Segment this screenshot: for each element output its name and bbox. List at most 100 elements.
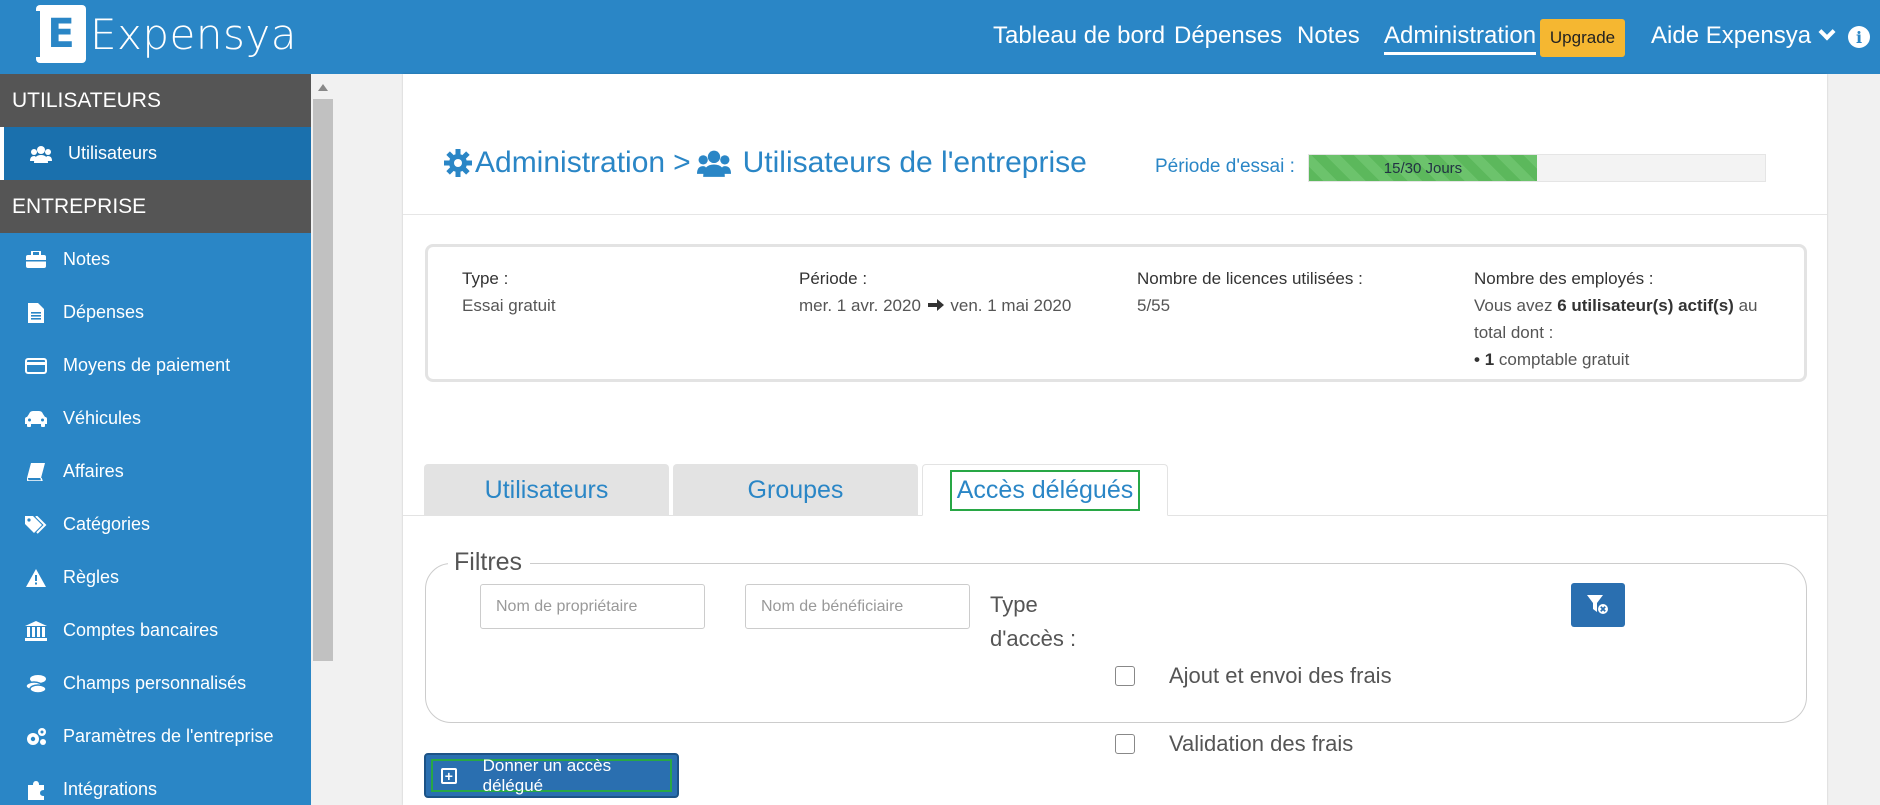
filter-clear-icon	[1587, 595, 1609, 615]
trial-progress-fill: 15/30 Jours	[1309, 155, 1537, 181]
users-icon	[30, 144, 52, 164]
plus-square-icon: +	[441, 767, 457, 784]
sidebar-item-integrations[interactable]: Intégrations	[0, 763, 311, 805]
credit-card-icon	[25, 356, 47, 376]
subscription-info-box: Type : Essai gratuit Période : mer. 1 av…	[425, 244, 1807, 382]
nav-administration[interactable]: Administration	[1384, 22, 1537, 55]
scroll-up-arrow-icon[interactable]	[318, 84, 328, 91]
filters-legend: Filtres	[448, 548, 531, 577]
sidebar-item-label: Moyens de paiement	[63, 355, 231, 375]
validation-label: Validation des frais	[1169, 731, 1354, 756]
book-icon	[25, 462, 47, 482]
nav-notes[interactable]: Notes	[1297, 22, 1360, 50]
accountant-line: • 1 comptable gratuit	[1474, 346, 1784, 373]
type-value: Essai gratuit	[462, 296, 556, 315]
sidebar-item-notes[interactable]: Notes	[0, 233, 311, 286]
arrow-right-icon	[927, 293, 944, 320]
licenses-label: Nombre de licences utilisées :	[1137, 269, 1363, 288]
breadcrumb-administration[interactable]: Administration	[475, 146, 665, 180]
employees-active-count: 6 utilisateur(s) actif(s)	[1557, 296, 1734, 315]
puzzle-icon	[25, 780, 47, 800]
trial-progress-bar: 15/30 Jours	[1308, 154, 1766, 182]
info-type: Type : Essai gratuit	[462, 265, 556, 319]
sidebar-item-payment-methods[interactable]: Moyens de paiement	[0, 339, 311, 392]
briefcase-icon	[25, 250, 47, 270]
sidebar-item-label: Intégrations	[63, 779, 158, 799]
users-icon	[696, 149, 731, 177]
sidebar-item-bank-accounts[interactable]: Comptes bancaires	[0, 604, 311, 657]
beneficiary-name-input[interactable]: Nom de bénéficiaire	[745, 584, 970, 629]
coins-icon	[25, 674, 47, 694]
employees-text: Vous avez 6 utilisateur(s) actif(s) au t…	[1474, 292, 1784, 346]
sidebar-section-users: UTILISATEURS	[0, 74, 311, 127]
bullet: •	[1474, 350, 1480, 369]
period-value: mer. 1 avr. 2020 ven. 1 mai 2020	[799, 292, 1071, 320]
nav-dashboard[interactable]: Tableau de bord	[993, 22, 1165, 50]
sidebar-scrollbar[interactable]	[311, 74, 335, 805]
sidebar-item-vehicles[interactable]: Véhicules	[0, 392, 311, 445]
gear-icon	[443, 148, 473, 178]
tab-users[interactable]: Utilisateurs	[424, 464, 669, 516]
sidebar-item-label: Règles	[63, 567, 120, 587]
sidebar-item-label: Champs personnalisés	[63, 673, 247, 693]
add-send-checkbox[interactable]	[1115, 666, 1135, 686]
top-navbar: E Expensya Tableau de bord Dépenses Note…	[0, 0, 1880, 74]
sidebar: UTILISATEURS Utilisateurs ENTREPRISE Not…	[0, 74, 311, 805]
sidebar-item-label: Comptes bancaires	[63, 620, 219, 640]
breadcrumb-separator: >	[673, 146, 691, 179]
upgrade-button[interactable]: Upgrade	[1540, 19, 1625, 57]
sidebar-item-expenses[interactable]: Dépenses	[0, 286, 311, 339]
licenses-value: 5/55	[1137, 296, 1171, 315]
give-delegated-access-button[interactable]: + Donner un accès délégué	[424, 753, 679, 798]
file-icon	[25, 302, 47, 323]
info-period: Période : mer. 1 avr. 2020 ven. 1 mai 20…	[799, 265, 1071, 320]
car-icon	[25, 409, 47, 429]
owner-name-input[interactable]: Nom de propriétaire	[480, 584, 705, 629]
page-title: Administration > Utilisateurs de l'entre…	[443, 146, 1087, 180]
brand-name: Expensya	[90, 9, 297, 59]
sidebar-item-affairs[interactable]: Affaires	[0, 445, 311, 498]
option-validation[interactable]: Validation des frais	[1115, 731, 1353, 757]
nav-expenses[interactable]: Dépenses	[1174, 22, 1282, 50]
employees-pre: Vous avez	[1474, 296, 1553, 315]
sidebar-item-label: Utilisateurs	[68, 143, 158, 163]
accountant-count: 1	[1484, 350, 1495, 369]
sidebar-item-categories[interactable]: Catégories	[0, 498, 311, 551]
nav-help-dropdown[interactable]: Aide Expensya	[1651, 22, 1836, 50]
nav-help-label: Aide Expensya	[1651, 22, 1812, 49]
sidebar-item-label: Dépenses	[63, 302, 145, 322]
main-content: Administration > Utilisateurs de l'entre…	[403, 74, 1827, 805]
sidebar-item-company-settings[interactable]: Paramètres de l'entreprise	[0, 710, 311, 763]
tab-delegated-access-label: Accès délégués	[949, 469, 1141, 511]
validation-checkbox[interactable]	[1115, 734, 1135, 754]
tags-icon	[25, 515, 47, 535]
employees-label: Nombre des employés :	[1474, 269, 1654, 288]
clear-filter-button[interactable]	[1571, 583, 1625, 627]
sidebar-item-label: Paramètres de l'entreprise	[63, 726, 274, 746]
tab-groups[interactable]: Groupes	[673, 464, 918, 516]
type-label: Type :	[462, 269, 509, 288]
access-type-label: Type d'accès :	[990, 592, 1077, 651]
sidebar-item-label: Véhicules	[63, 408, 142, 428]
option-add-send[interactable]: Ajout et envoi des frais	[1115, 663, 1392, 689]
sidebar-item-rules[interactable]: Règles	[0, 551, 311, 604]
info-employees: Nombre des employés : Vous avez 6 utilis…	[1474, 265, 1784, 373]
info-icon[interactable]: i	[1848, 26, 1870, 48]
sidebar-item-label: Catégories	[63, 514, 151, 534]
tab-delegated-access[interactable]: Accès délégués	[922, 464, 1168, 516]
scroll-thumb[interactable]	[313, 99, 333, 661]
give-delegated-access-label: Donner un accès délégué	[482, 755, 612, 795]
sidebar-item-custom-fields[interactable]: Champs personnalisés	[0, 657, 311, 710]
give-delegated-access-highlight: + Donner un accès délégué	[431, 756, 672, 795]
sidebar-item-users[interactable]: Utilisateurs	[0, 127, 311, 180]
sidebar-item-label: Affaires	[63, 461, 124, 481]
period-label: Période :	[799, 269, 868, 288]
breadcrumb-company-users: Utilisateurs de l'entreprise	[742, 146, 1087, 179]
sidebar-section-company: ENTREPRISE	[0, 180, 311, 233]
add-send-label: Ajout et envoi des frais	[1169, 663, 1392, 688]
bank-icon	[25, 620, 47, 641]
page-header: Administration > Utilisateurs de l'entre…	[403, 74, 1827, 215]
cogs-icon	[25, 727, 47, 747]
info-licenses: Nombre de licences utilisées : 5/55	[1137, 265, 1363, 319]
brand-logo[interactable]: E Expensya	[30, 5, 297, 63]
